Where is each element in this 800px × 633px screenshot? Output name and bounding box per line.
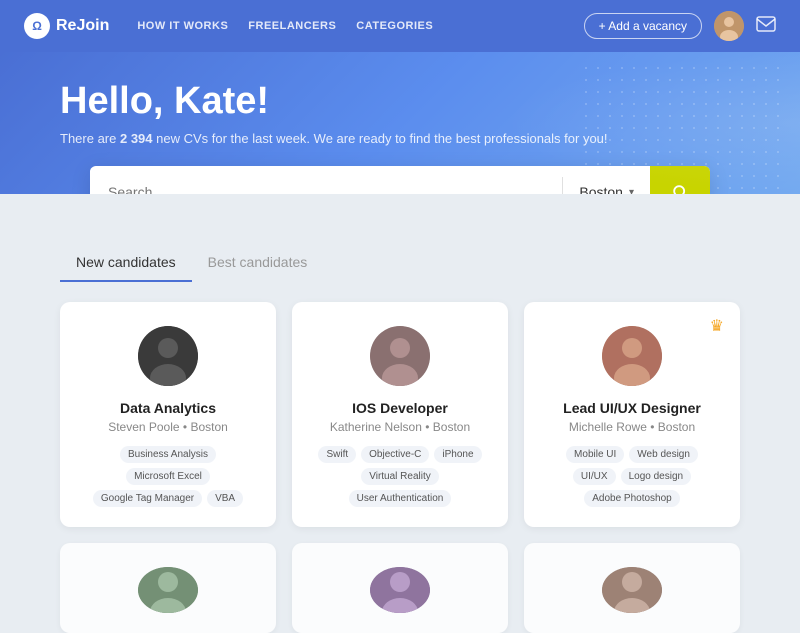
- candidate-info-2: Katherine Nelson • Boston: [330, 420, 470, 434]
- candidate-role-3: Lead UI/UX Designer: [563, 400, 701, 416]
- user-avatar[interactable]: [714, 11, 744, 41]
- candidate-avatar-5: [370, 567, 430, 613]
- add-vacancy-label: + Add a vacancy: [599, 19, 687, 33]
- candidate-avatar-3: [602, 326, 662, 386]
- subtitle-count: 2 394: [120, 131, 153, 146]
- tab-best-candidates[interactable]: Best candidates: [192, 244, 324, 280]
- candidate-role-2: IOS Developer: [352, 400, 448, 416]
- hero-subtitle: There are 2 394 new CVs for the last wee…: [60, 131, 740, 146]
- mail-icon[interactable]: [756, 16, 776, 37]
- nav-links: HOW IT WORKS FREELANCERS CATEGORIES: [137, 20, 583, 32]
- brand[interactable]: Ω ReJoin: [24, 13, 109, 39]
- tag: iPhone: [434, 446, 481, 463]
- hero-section: Hello, Kate! There are 2 394 new CVs for…: [0, 52, 800, 194]
- tag: UI/UX: [573, 468, 616, 485]
- hero-greeting: Hello, Kate!: [60, 80, 740, 123]
- tag: Web design: [629, 446, 698, 463]
- chevron-down-icon: ▾: [629, 187, 634, 195]
- location-select[interactable]: Boston ▾: [563, 184, 650, 194]
- tag: Adobe Photoshop: [584, 490, 680, 507]
- subtitle-suffix: new CVs for the last week. We are ready …: [153, 131, 608, 146]
- brand-icon: Ω: [24, 13, 50, 39]
- tag: User Authentication: [349, 490, 452, 507]
- tab-best-label: Best candidates: [208, 254, 308, 270]
- tab-new-candidates[interactable]: New candidates: [60, 244, 192, 280]
- candidates-grid: Data Analytics Steven Poole • Boston Bus…: [60, 302, 740, 633]
- tag: VBA: [207, 490, 243, 507]
- tag: Virtual Reality: [361, 468, 439, 485]
- search-icon: [670, 182, 690, 194]
- subtitle-prefix: There are: [60, 131, 120, 146]
- tabs: New candidates Best candidates: [60, 244, 740, 282]
- search-input[interactable]: [90, 168, 562, 194]
- navbar: Ω ReJoin HOW IT WORKS FREELANCERS CATEGO…: [0, 0, 800, 52]
- nav-how-it-works[interactable]: HOW IT WORKS: [137, 20, 228, 32]
- candidate-avatar-1: [138, 326, 198, 386]
- candidate-tags-2: Swift Objective-C iPhone Virtual Reality…: [312, 446, 488, 507]
- candidate-info-1: Steven Poole • Boston: [108, 420, 228, 434]
- tag: Microsoft Excel: [126, 468, 210, 485]
- candidate-card-5[interactable]: [292, 543, 508, 633]
- candidate-avatar-4: [138, 567, 198, 613]
- candidate-card-2[interactable]: IOS Developer Katherine Nelson • Boston …: [292, 302, 508, 527]
- search-bar: Boston ▾: [90, 166, 710, 194]
- tag: Business Analysis: [120, 446, 216, 463]
- tag: Swift: [318, 446, 356, 463]
- search-button[interactable]: [650, 166, 710, 194]
- crown-icon: ♛: [710, 316, 724, 336]
- candidate-card-1[interactable]: Data Analytics Steven Poole • Boston Bus…: [60, 302, 276, 527]
- location-value: Boston: [579, 184, 623, 194]
- tab-new-label: New candidates: [76, 254, 176, 270]
- brand-name: ReJoin: [56, 17, 109, 35]
- candidate-tags-1: Business Analysis Microsoft Excel Google…: [80, 446, 256, 507]
- candidate-avatar-6: [602, 567, 662, 613]
- candidate-card-3[interactable]: ♛ Lead UI/UX Designer Michelle Rowe • Bo…: [524, 302, 740, 527]
- tag: Objective-C: [361, 446, 429, 463]
- main-content: New candidates Best candidates Data Anal…: [0, 244, 800, 633]
- tag: Logo design: [621, 468, 692, 485]
- candidate-tags-3: Mobile UI Web design UI/UX Logo design A…: [544, 446, 720, 507]
- candidate-role-1: Data Analytics: [120, 400, 216, 416]
- candidate-info-3: Michelle Rowe • Boston: [569, 420, 695, 434]
- tag: Google Tag Manager: [93, 490, 202, 507]
- candidate-card-6[interactable]: [524, 543, 740, 633]
- tag: Mobile UI: [566, 446, 624, 463]
- nav-categories[interactable]: CATEGORIES: [356, 20, 433, 32]
- nav-freelancers[interactable]: FREELANCERS: [248, 20, 336, 32]
- add-vacancy-button[interactable]: + Add a vacancy: [584, 13, 702, 39]
- nav-actions: + Add a vacancy: [584, 11, 776, 41]
- candidate-card-4[interactable]: [60, 543, 276, 633]
- candidate-avatar-2: [370, 326, 430, 386]
